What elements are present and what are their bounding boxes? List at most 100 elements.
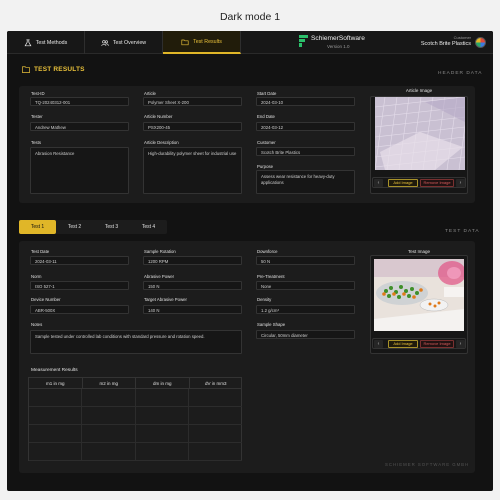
article-field[interactable]: Polymer Sheet X-200	[143, 97, 242, 106]
table-header: dV in mm3	[189, 378, 242, 389]
table-cell[interactable]	[82, 407, 136, 425]
remove-image-button[interactable]: Remove Image	[420, 340, 454, 348]
device-number-field[interactable]: ABR-500X	[30, 305, 129, 314]
nav-tab-label: Test Methods	[35, 39, 68, 46]
tests-field[interactable]: Abrasion Resistance	[30, 147, 129, 194]
customer-field[interactable]: Scotch Brite Plastics	[256, 147, 355, 156]
header-data-label: HEADER DATA	[438, 71, 483, 76]
next-image-button[interactable]: ›	[456, 179, 465, 187]
table-cell[interactable]	[135, 389, 189, 407]
end-date-label: End Date	[257, 114, 275, 119]
pre-treatment-field[interactable]: None	[256, 281, 355, 290]
abrasive-power-label: Abrasive Power	[144, 274, 175, 279]
tester-field[interactable]: Andrew Mathew	[30, 122, 129, 131]
next-image-button[interactable]: ›	[456, 340, 465, 348]
norm-label: Norm	[31, 274, 42, 279]
downforce-label: Downforce	[257, 249, 278, 254]
sample-rotation-field[interactable]: 1200 RPM	[143, 256, 242, 265]
prev-image-button[interactable]: ‹	[374, 179, 383, 187]
folder-icon	[181, 39, 189, 45]
add-image-button[interactable]: Add Image	[388, 179, 418, 187]
table-cell[interactable]	[188, 425, 242, 443]
table-cell[interactable]	[29, 425, 83, 443]
nav-tab-test-results[interactable]: Test Results	[163, 31, 241, 54]
nav-tab-test-overview[interactable]: Test Overview	[85, 31, 163, 54]
article-description-label: Article Description	[144, 140, 179, 145]
article-image-title: Article Image	[405, 88, 433, 93]
version-label: Version 1.0	[327, 44, 350, 49]
top-navigation: Test Methods Test Overview Test Results …	[7, 31, 493, 54]
density-label: Density	[257, 297, 272, 302]
target-abrasive-power-label: Target Abrasive Power	[144, 297, 187, 302]
test-data-label: TEST DATA	[445, 229, 480, 234]
table-cell[interactable]	[29, 407, 83, 425]
nav-tab-label: Test Overview	[112, 39, 147, 46]
customer-label: Customer	[453, 35, 471, 40]
table-header: m2 in mg	[82, 378, 136, 389]
purpose-field[interactable]: Assess wear resistance for heavy-duty ap…	[256, 170, 355, 194]
test-date-field[interactable]: 2024-03-11	[30, 256, 129, 265]
density-field[interactable]: 1.2 g/cm³	[256, 305, 355, 314]
end-date-field[interactable]: 2024-03-12	[256, 122, 355, 131]
footer-company: SCHIEMER SOFTWARE GMBH	[385, 462, 470, 467]
customer-block: Customer Scotch Brite Plastics	[421, 35, 471, 47]
test-image-controls: ‹ Add Image Remove Image ›	[372, 338, 466, 349]
tab-test-2[interactable]: Test 2	[56, 220, 93, 234]
table-cell[interactable]	[135, 407, 189, 425]
test-image-title: Test Image	[407, 249, 430, 254]
tester-label: Tester	[31, 114, 43, 119]
customer-field-label: Customer	[257, 140, 276, 145]
nav-tab-test-methods[interactable]: Test Methods	[7, 31, 85, 54]
sample-rotation-label: Sample Rotation	[144, 249, 176, 254]
table-cell[interactable]	[82, 389, 136, 407]
users-icon	[101, 39, 109, 46]
brand-logo-icon	[299, 35, 308, 47]
tab-test-1[interactable]: Test 1	[19, 220, 56, 234]
avatar[interactable]	[475, 37, 486, 48]
measurement-title: Measurement Results	[31, 368, 78, 373]
remove-image-button[interactable]: Remove Image	[420, 179, 454, 187]
table-cell[interactable]	[29, 389, 83, 407]
device-number-label: Device Number	[31, 297, 61, 302]
notes-label: Notes	[31, 322, 43, 327]
table-cell[interactable]	[82, 443, 136, 461]
test-image	[374, 259, 464, 331]
table-cell[interactable]	[188, 443, 242, 461]
flask-icon	[24, 38, 32, 46]
table-cell[interactable]	[135, 425, 189, 443]
table-cell[interactable]	[188, 407, 242, 425]
start-date-field[interactable]: 2024-03-10	[256, 97, 355, 106]
table-cell[interactable]	[29, 443, 83, 461]
page-caption: Dark mode 1	[219, 11, 281, 23]
tests-label: Tests	[31, 140, 42, 145]
target-abrasive-power-field[interactable]: 140 N	[143, 305, 242, 314]
purpose-label: Purpose	[257, 164, 274, 169]
customer-name: Scotch Brite Plastics	[420, 41, 471, 47]
brand: SchiemerSoftware Version 1.0	[299, 34, 369, 52]
folder-icon	[22, 66, 30, 73]
table-cell[interactable]	[82, 425, 136, 443]
article-label: Article	[144, 91, 156, 96]
pre-treatment-label: Pre-Treatment	[257, 274, 285, 279]
prev-image-button[interactable]: ‹	[374, 340, 383, 348]
article-number-field[interactable]: PSX200-45	[143, 122, 242, 131]
sample-shape-field[interactable]: Circular, 50mm diameter	[256, 330, 355, 339]
add-image-button[interactable]: Add Image	[388, 340, 418, 348]
table-cell[interactable]	[135, 443, 189, 461]
table-cell[interactable]	[188, 389, 242, 407]
tab-test-4[interactable]: Test 4	[130, 220, 167, 234]
article-description-field[interactable]: High-durability polymer sheet for indust…	[143, 147, 242, 194]
test-id-field[interactable]: TQ-20240312-001	[30, 97, 129, 106]
notes-field[interactable]: Sample tested under controlled lab condi…	[30, 330, 242, 354]
tab-test-3[interactable]: Test 3	[93, 220, 130, 234]
sample-shape-label: Sample Shape	[257, 322, 286, 327]
downforce-field[interactable]: 50 N	[256, 256, 355, 265]
test-date-label: Test Date	[31, 249, 50, 254]
table-header: dm in mg	[136, 378, 190, 389]
nav-tab-label: Test Results	[193, 38, 222, 45]
article-image	[375, 97, 465, 170]
abrasive-power-field[interactable]: 150 N	[143, 281, 242, 290]
measurement-table: m1 in mg m2 in mg dm in mg dV in mm3	[28, 377, 242, 461]
brand-name: SchiemerSoftware	[311, 35, 365, 42]
norm-field[interactable]: ISO 527-1	[30, 281, 129, 290]
